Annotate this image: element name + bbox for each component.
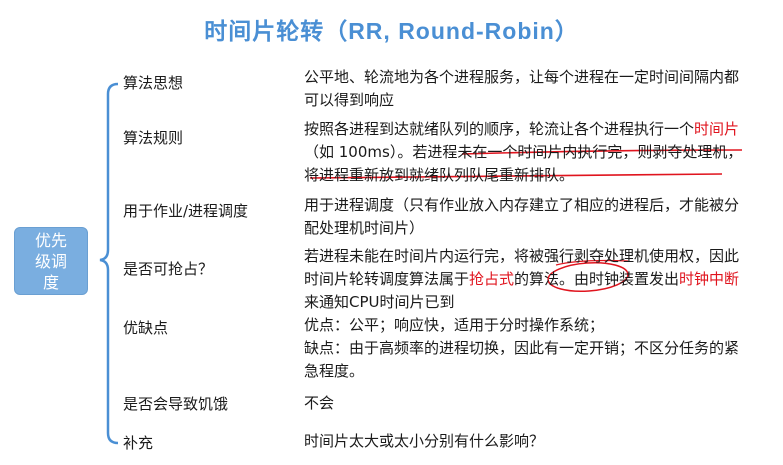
rules-highlight-timeslice: 时间片: [694, 120, 740, 138]
preempt-text-c: 的算法。由时钟装置发出: [514, 270, 680, 288]
preempt-highlight-clock-interrupt: 时钟中断: [679, 270, 740, 288]
title-zh: 时间片轮转（: [204, 19, 349, 45]
row-label-starvation: 是否会导致饥饿: [123, 395, 229, 413]
row-label-idea: 算法思想: [123, 74, 184, 92]
row-desc-pros-cons: 优点：公平；响应快，适用于分时操作系统； 缺点：由于高频率的进程切换，因此有一定…: [304, 314, 744, 383]
cons-line: 缺点：由于高频率的进程切换，因此有一定开销；不区分任务的紧急程度。: [304, 339, 740, 380]
row-label-rules: 算法规则: [123, 129, 184, 147]
title-close: ）: [554, 19, 579, 45]
row-desc-starvation: 不会: [304, 394, 335, 412]
preempt-highlight-preemptive: 抢占式: [469, 270, 515, 288]
row-desc-usage: 用于进程调度（只有作业放入内存建立了相应的进程后，才能被分配处理机时间片）: [304, 196, 740, 237]
row-label-preemptive: 是否可抢占？: [123, 260, 214, 278]
row-label-pros-cons: 优缺点: [123, 319, 169, 337]
row-desc-supplement: 时间片太大或太小分别有什么影响？: [304, 432, 545, 450]
preempt-text-e: 来通知CPU时间片已到: [304, 293, 455, 311]
side-category-box: 优先级调度: [14, 227, 88, 295]
side-category-label: 优先级调度: [34, 230, 67, 292]
title-en: RR, Round-Robin: [348, 18, 555, 44]
rules-text-a: 按照各进程到达就绪队列的顺序，轮流让各个进程执行一个: [304, 120, 695, 138]
rules-text-c: （如 100ms）。若进程未在一个时间片内执行完，则剥夺处理机，将进程重新放到就…: [304, 143, 743, 184]
row-label-supplement: 补充: [123, 434, 154, 452]
page-title: 时间片轮转（RR, Round-Robin）: [0, 12, 783, 46]
pros-line: 优点：公平；响应快，适用于分时操作系统；: [304, 316, 605, 334]
row-desc-preemptive: 若进程未能在时间片内运行完，将被强行剥夺处理机使用权，因此时间片轮转调度算法属于…: [304, 245, 744, 314]
row-desc-idea: 公平地、轮流地为各个进程服务，让每个进程在一定时间间隔内都可以得到响应: [304, 68, 740, 109]
row-label-usage: 用于作业/进程调度: [123, 202, 249, 220]
row-desc-rules: 按照各进程到达就绪队列的顺序，轮流让各个进程执行一个时间片 （如 100ms）。若…: [304, 118, 744, 187]
